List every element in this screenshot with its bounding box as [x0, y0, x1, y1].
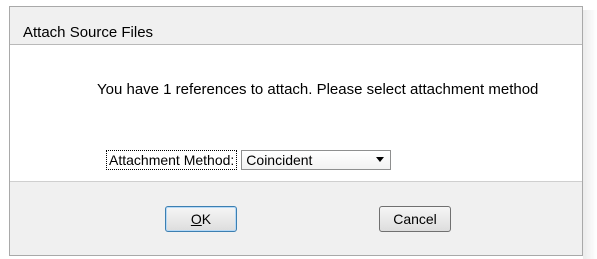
- attachment-method-dropdown[interactable]: Coincident: [241, 150, 392, 170]
- attachment-method-value: Coincident: [246, 152, 313, 168]
- ok-label-rest: K: [201, 211, 212, 227]
- attachment-method-row: Attachment Method: Coincident: [106, 148, 392, 172]
- cancel-button[interactable]: Cancel: [379, 206, 451, 232]
- window-title: Attach Source Files: [23, 24, 154, 41]
- attachment-method-label: Attachment Method:: [106, 150, 238, 170]
- window-shadow: [583, 10, 597, 259]
- dialog-footer: OK Cancel: [10, 182, 582, 255]
- title-bar[interactable]: Attach Source Files: [10, 7, 582, 44]
- ok-button[interactable]: OK: [165, 206, 237, 232]
- attach-source-files-dialog: Attach Source Files You have 1 reference…: [9, 6, 583, 256]
- ok-mnemonic: O: [190, 211, 202, 227]
- references-message: You have 1 references to attach. Please …: [97, 81, 539, 98]
- dialog-content: You have 1 references to attach. Please …: [10, 44, 582, 182]
- dropdown-arrow-icon[interactable]: [376, 157, 385, 162]
